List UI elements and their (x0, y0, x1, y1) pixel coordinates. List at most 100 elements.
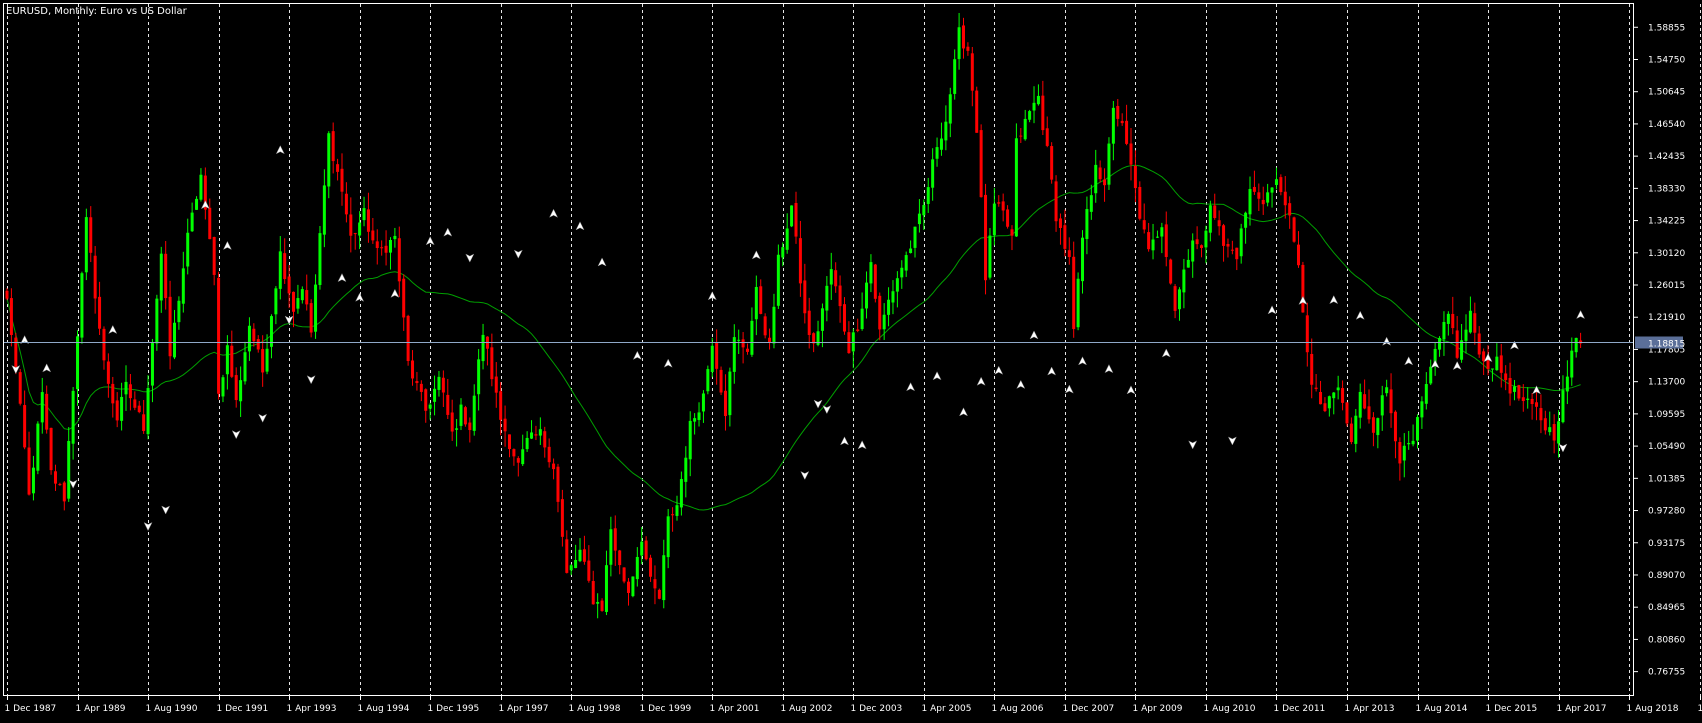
down-candle (28, 448, 31, 495)
up-candle (221, 377, 224, 396)
up-candle (750, 321, 753, 355)
down-candle (645, 541, 648, 560)
up-candle (80, 273, 83, 337)
up-candle (1412, 441, 1415, 444)
down-candle (116, 400, 119, 420)
down-candle (407, 316, 410, 361)
up-candle (693, 418, 696, 421)
y-tick-label: 1.26015 (1648, 281, 1685, 291)
up-candle (160, 254, 163, 301)
up-candle (433, 389, 436, 402)
down-candle (490, 347, 493, 379)
down-candle (534, 434, 537, 435)
down-candle (759, 286, 762, 314)
down-candle (371, 230, 374, 240)
down-candle (561, 499, 564, 537)
down-candle (142, 414, 145, 431)
down-candle (1451, 314, 1454, 328)
x-tick-label: 1 Apr 1993 (287, 704, 337, 714)
y-tick-label: 1.50645 (1648, 88, 1685, 98)
down-candle (340, 169, 343, 192)
down-candle (1350, 424, 1353, 442)
up-candle (1112, 108, 1115, 144)
down-candle (984, 195, 987, 280)
up-candle (790, 205, 793, 226)
up-candle (1570, 351, 1573, 378)
x-tick-label: 1 Aug 1990 (146, 704, 198, 714)
down-candle (971, 53, 974, 90)
x-tick-label: 1 Dec 1991 (217, 704, 269, 714)
down-candle (10, 298, 13, 335)
down-candle (50, 428, 53, 470)
up-candle (958, 27, 961, 59)
down-candle (975, 91, 978, 133)
chart-window[interactable]: EURUSD, Monthly: Euro vs US Dollar 1.588… (0, 0, 1702, 719)
down-candle (1544, 418, 1547, 430)
up-candle (1425, 384, 1428, 404)
up-candle (521, 449, 524, 464)
up-candle (579, 550, 582, 561)
up-candle (1094, 165, 1097, 193)
up-candle (147, 388, 150, 434)
up-candle (177, 301, 180, 322)
up-candle (702, 393, 705, 411)
x-tick-label: 1 Apr 2001 (710, 704, 760, 714)
down-candle (587, 561, 590, 581)
down-candle (1517, 385, 1520, 398)
up-candle (993, 204, 996, 236)
up-candle (865, 283, 868, 309)
down-candle (442, 378, 445, 393)
down-candle (415, 381, 418, 383)
up-candle (631, 577, 634, 597)
y-tick-label: 1.01385 (1648, 474, 1685, 484)
up-candle (830, 269, 833, 284)
x-tick-label: 1 Aug 2006 (992, 704, 1044, 714)
x-tick-label: 1 Dec 2007 (1063, 704, 1115, 714)
up-candle (526, 438, 529, 449)
down-candle (839, 286, 842, 307)
down-candle (1509, 378, 1512, 393)
down-candle (856, 329, 859, 331)
down-candle (252, 329, 255, 341)
down-candle (1315, 388, 1318, 389)
x-tick-label: 1 Dec 2019 (1698, 704, 1702, 714)
down-candle (23, 405, 26, 447)
down-candle (464, 407, 467, 424)
up-candle (1081, 238, 1084, 281)
up-candle (1182, 270, 1185, 293)
up-candle (1240, 228, 1243, 256)
down-candle (310, 303, 313, 332)
up-candle (684, 458, 687, 482)
down-candle (1226, 244, 1229, 247)
down-candle (720, 370, 723, 393)
up-candle (1447, 314, 1450, 324)
down-candle (583, 549, 586, 562)
x-tick-label: 1 Aug 2002 (781, 704, 833, 714)
up-candle (1491, 369, 1494, 370)
up-candle (927, 187, 930, 204)
up-candle (1354, 416, 1357, 444)
down-candle (878, 296, 881, 330)
current-price-tag: 1.18815 (1635, 337, 1685, 350)
down-candle (58, 484, 61, 485)
down-candle (54, 471, 57, 483)
x-tick-label: 1 Aug 1998 (569, 704, 621, 714)
down-candle (1196, 239, 1199, 244)
up-candle (120, 397, 123, 421)
up-candle (239, 380, 242, 401)
down-candle (658, 590, 661, 599)
up-candle (706, 369, 709, 391)
up-candle (786, 228, 789, 249)
down-candle (592, 581, 595, 604)
x-tick-label: 1 Aug 2010 (1204, 704, 1256, 714)
down-candle (1165, 224, 1168, 257)
x-tick-label: 1 Apr 1989 (76, 704, 126, 714)
down-candle (305, 290, 308, 304)
down-candle (1345, 402, 1348, 423)
up-candle (358, 223, 361, 236)
eurusd-monthly-chart[interactable]: EURUSD, Monthly: Euro vs US Dollar 1.588… (0, 0, 1702, 719)
y-tick-label: 0.89070 (1648, 571, 1685, 581)
up-candle (936, 147, 939, 159)
down-candle (107, 362, 110, 384)
up-candle (1566, 377, 1569, 392)
